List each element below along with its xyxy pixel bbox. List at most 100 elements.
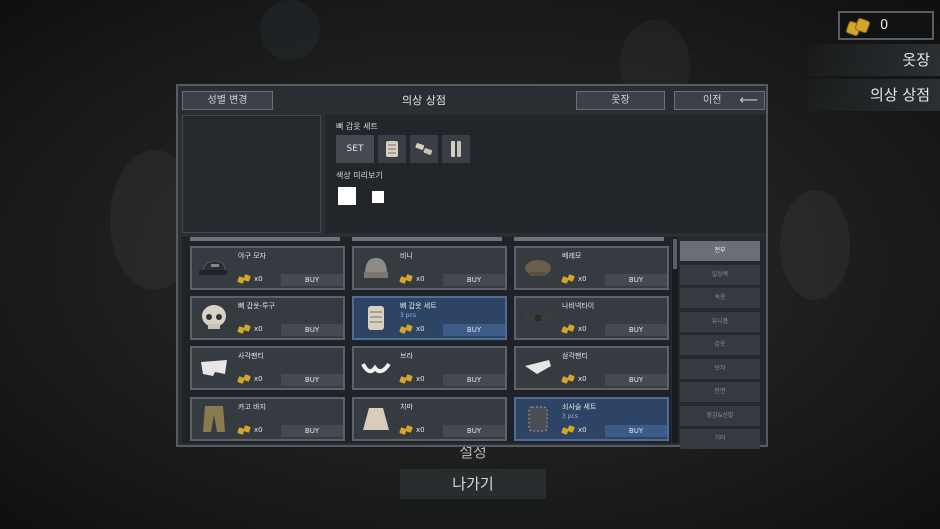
category-tab[interactable]: 전부 [680, 241, 760, 261]
gold-coins-icon [846, 18, 870, 34]
scrollbar-thumb[interactable] [673, 239, 677, 269]
bone-armor-part-icon[interactable] [378, 135, 406, 163]
scroll-edge [190, 237, 340, 241]
item-price: x0 [254, 325, 263, 333]
category-tab[interactable]: 모자 [680, 358, 760, 379]
item-card[interactable]: 치마 x0 BUY [352, 397, 507, 441]
category-tab[interactable]: 갑옷 [680, 335, 760, 355]
bone-leg-part-icon[interactable] [442, 135, 470, 163]
item-price: x0 [416, 325, 425, 333]
item-card[interactable]: 쇠사슬 세트 3 pcs x0 BUY [514, 397, 669, 441]
buy-button[interactable]: BUY [443, 425, 505, 437]
item-info-box: 뼈 갑옷 세트 SET 색상 미리보기 [326, 115, 766, 233]
item-price: x0 [578, 426, 587, 434]
category-tab[interactable]: 일상복 [680, 264, 760, 285]
bone-arm-part-icon[interactable] [410, 135, 438, 163]
item-price: x0 [578, 325, 587, 333]
exit-button[interactable]: 나가기 [400, 469, 546, 499]
buy-button[interactable]: BUY [605, 374, 667, 386]
item-name: 베레모 [562, 252, 582, 260]
item-card[interactable]: 삼각팬티 x0 BUY [514, 346, 669, 390]
prev-button-label: 이전 [703, 95, 722, 106]
buy-button[interactable]: BUY [281, 425, 343, 437]
category-tab[interactable]: 안면 [680, 382, 760, 402]
buy-button[interactable]: BUY [281, 274, 343, 286]
buy-button[interactable]: BUY [605, 425, 667, 437]
buy-button[interactable]: BUY [281, 324, 343, 336]
gold-coin-icon [238, 425, 252, 435]
item-card[interactable]: 뼈 갑옷 세트 3 pcs x0 BUY [352, 296, 507, 340]
gold-coin-icon [400, 374, 414, 384]
clothing-store-menu-button[interactable]: 의상 상점 [808, 79, 940, 111]
item-card[interactable]: 비니 x0 BUY [352, 246, 507, 290]
item-card[interactable]: 카고 바지 x0 BUY [190, 397, 345, 441]
bra-icon [356, 350, 396, 386]
bow-tie-icon [518, 300, 558, 336]
buy-button[interactable]: BUY [443, 274, 505, 286]
buy-button[interactable]: BUY [605, 324, 667, 336]
item-name: 삼각팬티 [562, 352, 588, 360]
chainmail-icon [518, 401, 558, 437]
category-tab[interactable]: 장갑&신발 [680, 405, 760, 426]
currency-display: 0 [838, 11, 934, 40]
item-price: x0 [416, 375, 425, 383]
item-card[interactable]: 베레모 x0 BUY [514, 246, 669, 290]
item-card[interactable]: 야구 모자 x0 BUY [190, 246, 345, 290]
wardrobe-button[interactable]: 옷장 [576, 91, 665, 110]
category-tab[interactable]: 유니폼 [680, 311, 760, 332]
buy-button[interactable]: BUY [281, 374, 343, 386]
item-card[interactable]: 뼈 갑옷-투구 x0 BUY [190, 296, 345, 340]
item-price: x0 [254, 426, 263, 434]
gender-change-button[interactable]: 성별 변경 [182, 91, 273, 110]
set-button[interactable]: SET [336, 135, 374, 163]
gold-coin-icon [400, 324, 414, 334]
item-name: 사각팬티 [238, 352, 264, 360]
currency-value: 0 [880, 18, 889, 33]
item-price: x0 [578, 275, 587, 283]
item-name: 카고 바지 [238, 403, 266, 411]
category-tab[interactable]: 기타 [680, 429, 760, 449]
clothing-store-panel: 성별 변경 의상 상점 옷장 이전 ⟵ 뼈 갑옷 세트 SET 색상 미리보기 … [176, 84, 768, 449]
item-name: 뼈 갑옷-투구 [238, 302, 275, 310]
back-arrow-icon: ⟵ [739, 93, 758, 108]
category-tab[interactable]: 속옷 [680, 288, 760, 308]
panel-title: 의상 상점 [402, 94, 446, 107]
briefs-icon [518, 350, 558, 386]
item-grid[interactable]: 야구 모자 x0 BUY 비니 x0 BUY 베레모 x0 BUY 뼈 갑옷-투구 x0 BUY 뼈 갑… [182, 237, 671, 443]
prev-button[interactable]: 이전 ⟵ [674, 91, 765, 110]
gold-coin-icon [562, 425, 576, 435]
item-pieces: 3 pcs [400, 312, 416, 319]
item-name: 치마 [400, 403, 413, 411]
item-card[interactable]: 사각팬티 x0 BUY [190, 346, 345, 390]
beanie-icon [356, 250, 396, 286]
color-swatch[interactable] [372, 191, 384, 203]
character-preview [182, 115, 321, 233]
buy-button[interactable]: BUY [443, 324, 505, 336]
gold-coin-icon [238, 274, 252, 284]
item-price: x0 [416, 426, 425, 434]
skirt-icon [356, 401, 396, 437]
category-list: 전부일상복속옷유니폼갑옷모자안면장갑&신발기타 [678, 237, 766, 449]
background-zombie [260, 0, 320, 60]
gold-coin-icon [238, 324, 252, 334]
scroll-edge [352, 237, 502, 241]
buy-button[interactable]: BUY [443, 374, 505, 386]
item-price: x0 [416, 275, 425, 283]
color-preview-label: 색상 미리보기 [336, 171, 383, 180]
buy-button[interactable]: BUY [605, 274, 667, 286]
gold-coin-icon [400, 274, 414, 284]
set-name: 뼈 갑옷 세트 [336, 122, 378, 131]
item-card[interactable]: 나비넥타이 x0 BUY [514, 296, 669, 340]
beret-icon [518, 250, 558, 286]
scroll-edge [514, 237, 664, 241]
wardrobe-menu-button[interactable]: 옷장 [808, 44, 940, 76]
background-zombie [780, 190, 850, 300]
item-card[interactable]: 브라 x0 BUY [352, 346, 507, 390]
item-name: 뼈 갑옷 세트 [400, 302, 437, 310]
gold-coin-icon [400, 425, 414, 435]
item-name: 브라 [400, 352, 413, 360]
boxers-icon [194, 350, 234, 386]
item-price: x0 [578, 375, 587, 383]
color-swatch[interactable] [338, 187, 356, 205]
item-name: 비니 [400, 252, 413, 260]
